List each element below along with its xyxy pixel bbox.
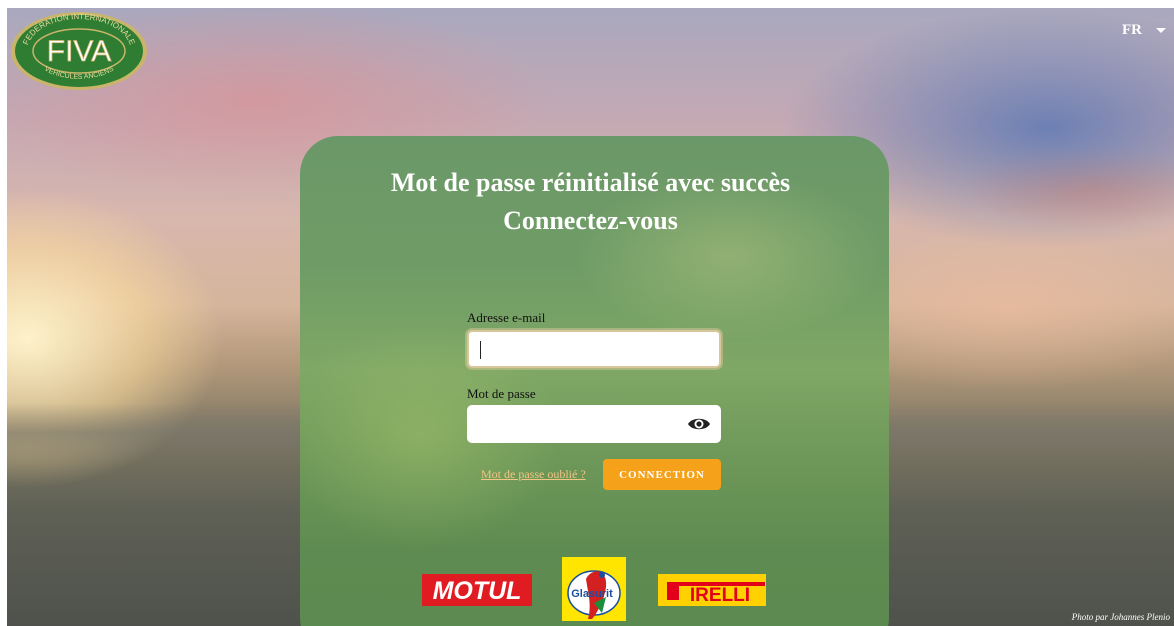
glasurit-logo-text: Glasurit xyxy=(571,588,613,600)
background-photo: FEDERATION INTERNATIONALE VEHICULES ANCI… xyxy=(7,8,1174,626)
email-label: Adresse e-mail xyxy=(467,310,546,325)
text-caret xyxy=(480,341,481,359)
login-heading: Connectez-vous xyxy=(503,206,678,235)
success-title: Mot de passe réinitialisé avec succès xyxy=(390,168,791,197)
motul-logo-text: MOTUL xyxy=(433,577,522,605)
password-input[interactable] xyxy=(467,405,721,443)
glasurit-logo: Glasurit xyxy=(562,557,626,621)
logo-initials: FIVA xyxy=(47,35,111,68)
language-code: FR xyxy=(1122,22,1142,38)
chevron-down-icon xyxy=(1156,28,1166,33)
email-input[interactable] xyxy=(467,330,721,368)
connection-button[interactable]: CONNECTION xyxy=(603,459,721,490)
eye-icon[interactable] xyxy=(687,415,711,433)
password-label: Mot de passe xyxy=(467,386,536,401)
photo-credit: Photo par Johannes Plenio xyxy=(1071,612,1170,622)
forgot-password-link[interactable]: Mot de passe oublié ? xyxy=(481,467,586,482)
fiva-logo[interactable]: FEDERATION INTERNATIONALE VEHICULES ANCI… xyxy=(9,10,149,92)
language-selector[interactable]: FR xyxy=(1122,22,1166,39)
motul-logo: MOTUL xyxy=(422,574,532,606)
pirelli-logo-text: IRELLI xyxy=(690,585,750,606)
pirelli-logo: IRELLI xyxy=(658,574,766,606)
